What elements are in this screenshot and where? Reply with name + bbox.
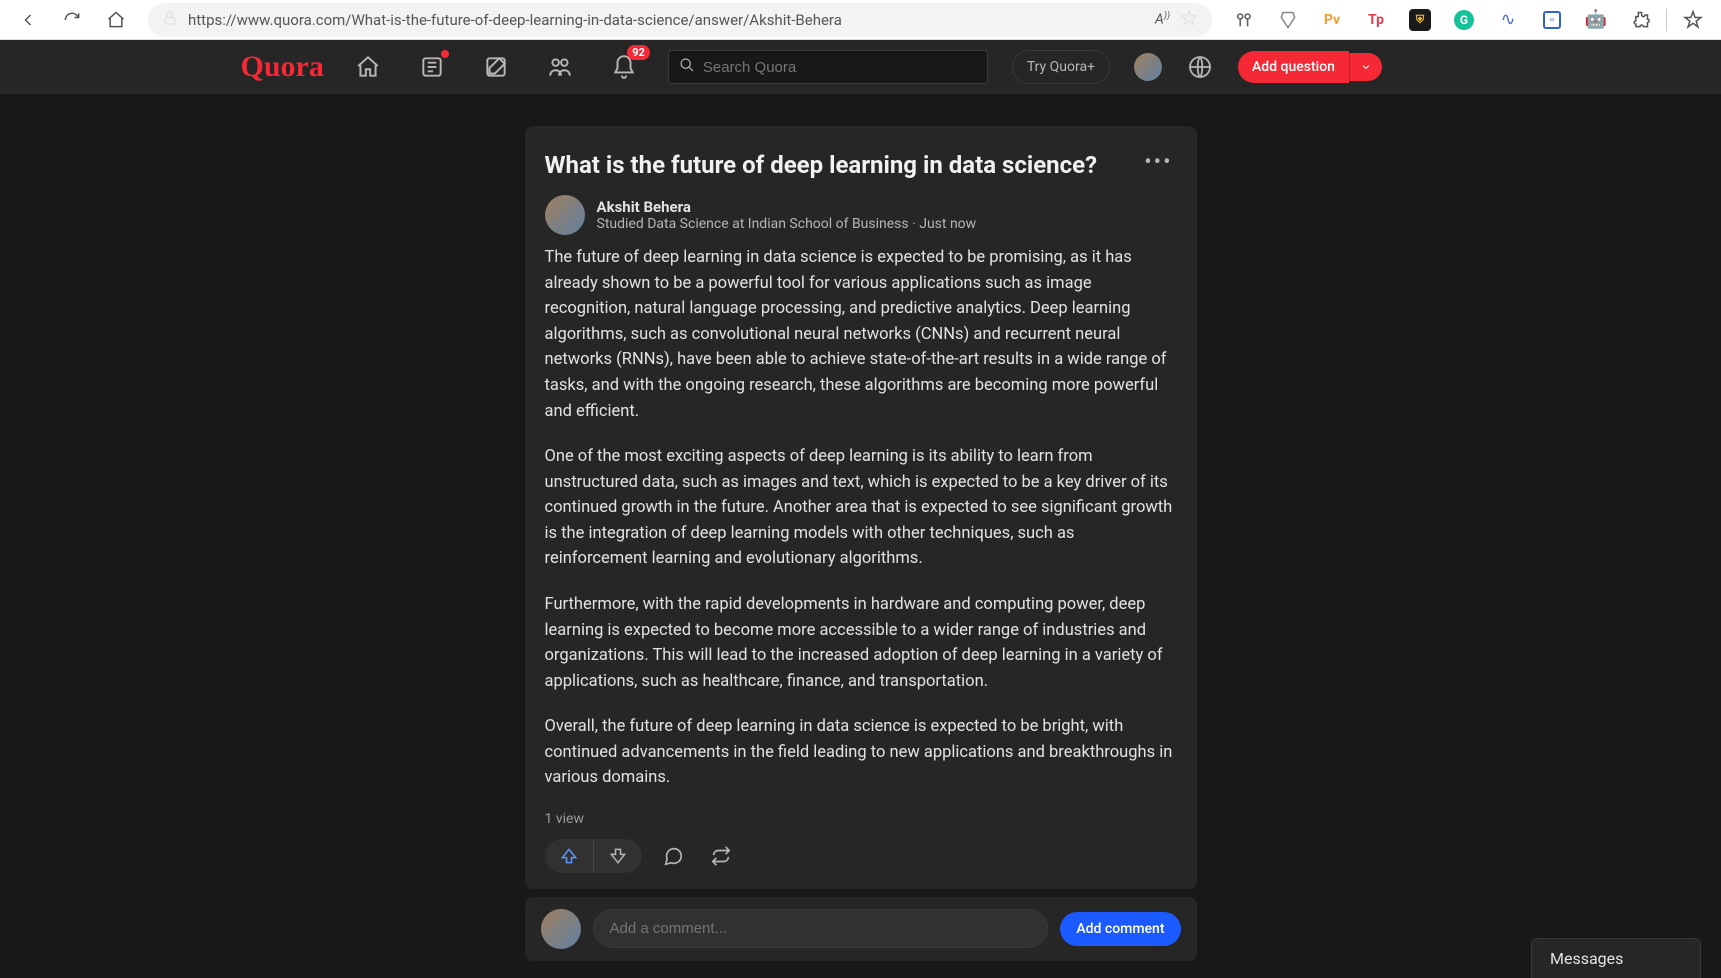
- add-comment-button[interactable]: Add comment: [1060, 912, 1180, 946]
- try-quora-plus-button[interactable]: Try Quora+: [1012, 50, 1110, 84]
- extensions-icon[interactable]: [1622, 2, 1658, 38]
- add-question-dropdown[interactable]: [1349, 53, 1382, 81]
- divider: [1666, 9, 1667, 31]
- refresh-button[interactable]: [54, 2, 90, 38]
- author-avatar[interactable]: [545, 195, 585, 235]
- search-bar[interactable]: [668, 50, 988, 84]
- nav-notifications-icon[interactable]: 92: [604, 47, 644, 87]
- ext-pv[interactable]: Pv: [1314, 2, 1350, 38]
- search-icon: [679, 57, 695, 77]
- quora-header: Quora 92 Try Quora+ Add question: [0, 40, 1721, 94]
- question-title[interactable]: What is the future of deep learning in d…: [545, 150, 1141, 181]
- commenter-avatar[interactable]: [541, 909, 581, 949]
- ext-grammarly[interactable]: G: [1446, 2, 1482, 38]
- nav-home-icon[interactable]: [348, 47, 388, 87]
- author-row: Akshit Behera Studied Data Science at In…: [545, 195, 1177, 235]
- share-repost-icon[interactable]: [704, 839, 738, 873]
- answer-paragraph: Overall, the future of deep learning in …: [545, 714, 1177, 791]
- ext-2[interactable]: [1270, 2, 1306, 38]
- nav-spaces-icon[interactable]: [540, 47, 580, 87]
- view-count: 1 view: [545, 811, 1177, 827]
- upvote-button[interactable]: [545, 839, 594, 873]
- ext-wave[interactable]: ∿: [1490, 2, 1526, 38]
- user-avatar[interactable]: [1134, 53, 1162, 81]
- back-button[interactable]: [10, 2, 46, 38]
- url-text: https://www.quora.com/What-is-the-future…: [188, 11, 1145, 29]
- answer-paragraph: Furthermore, with the rapid developments…: [545, 592, 1177, 694]
- favorites-icon-2[interactable]: [1675, 2, 1711, 38]
- answer-paragraph: The future of deep learning in data scie…: [545, 245, 1177, 424]
- address-bar[interactable]: https://www.quora.com/What-is-the-future…: [148, 3, 1212, 37]
- messages-tab[interactable]: Messages: [1531, 938, 1701, 978]
- comment-input[interactable]: [593, 909, 1049, 948]
- search-input[interactable]: [703, 59, 977, 76]
- quora-logo[interactable]: Quora: [241, 50, 324, 84]
- language-icon[interactable]: [1186, 53, 1214, 81]
- author-credential: Studied Data Science at Indian School of…: [597, 216, 977, 232]
- more-options-icon[interactable]: •••: [1140, 150, 1176, 175]
- vote-pill: [545, 839, 642, 873]
- read-aloud-icon[interactable]: A)): [1155, 11, 1170, 28]
- comment-icon[interactable]: [656, 839, 690, 873]
- downvote-button[interactable]: [594, 839, 642, 873]
- lock-icon: [162, 10, 178, 30]
- ext-tp[interactable]: Tp: [1358, 2, 1394, 38]
- ext-robot[interactable]: 🤖: [1578, 2, 1614, 38]
- browser-chrome: https://www.quora.com/What-is-the-future…: [0, 0, 1721, 40]
- notification-badge: 92: [627, 45, 650, 60]
- answer-card: What is the future of deep learning in d…: [525, 126, 1197, 889]
- favorite-icon[interactable]: [1180, 9, 1198, 31]
- main-content: What is the future of deep learning in d…: [0, 94, 1721, 978]
- add-question-button[interactable]: Add question: [1238, 51, 1349, 83]
- nav-following-icon[interactable]: [412, 47, 452, 87]
- author-name[interactable]: Akshit Behera: [597, 198, 977, 216]
- nav-answer-icon[interactable]: [476, 47, 516, 87]
- ext-shield[interactable]: ⛨: [1402, 2, 1438, 38]
- action-bar: [545, 839, 1177, 873]
- ext-1[interactable]: ⫯⫯: [1226, 2, 1262, 38]
- main-nav: 92: [348, 47, 644, 87]
- ext-box2[interactable]: ▫: [1534, 2, 1570, 38]
- answer-paragraph: One of the most exciting aspects of deep…: [545, 444, 1177, 572]
- add-question-group: Add question: [1238, 51, 1382, 83]
- following-dot: [441, 50, 449, 58]
- comment-bar: Add comment: [525, 897, 1197, 961]
- home-button[interactable]: [98, 2, 134, 38]
